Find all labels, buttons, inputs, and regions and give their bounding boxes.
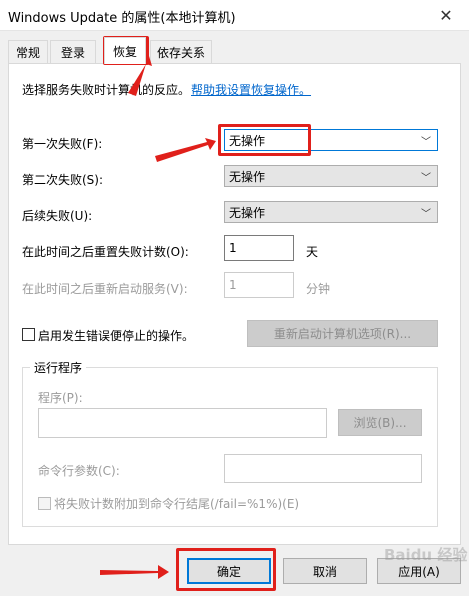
arrow-icon: [155, 138, 216, 162]
tab-recovery[interactable]: 恢复: [104, 37, 146, 64]
annotation-arrows: [100, 56, 216, 579]
arrow-icon: [100, 565, 169, 579]
